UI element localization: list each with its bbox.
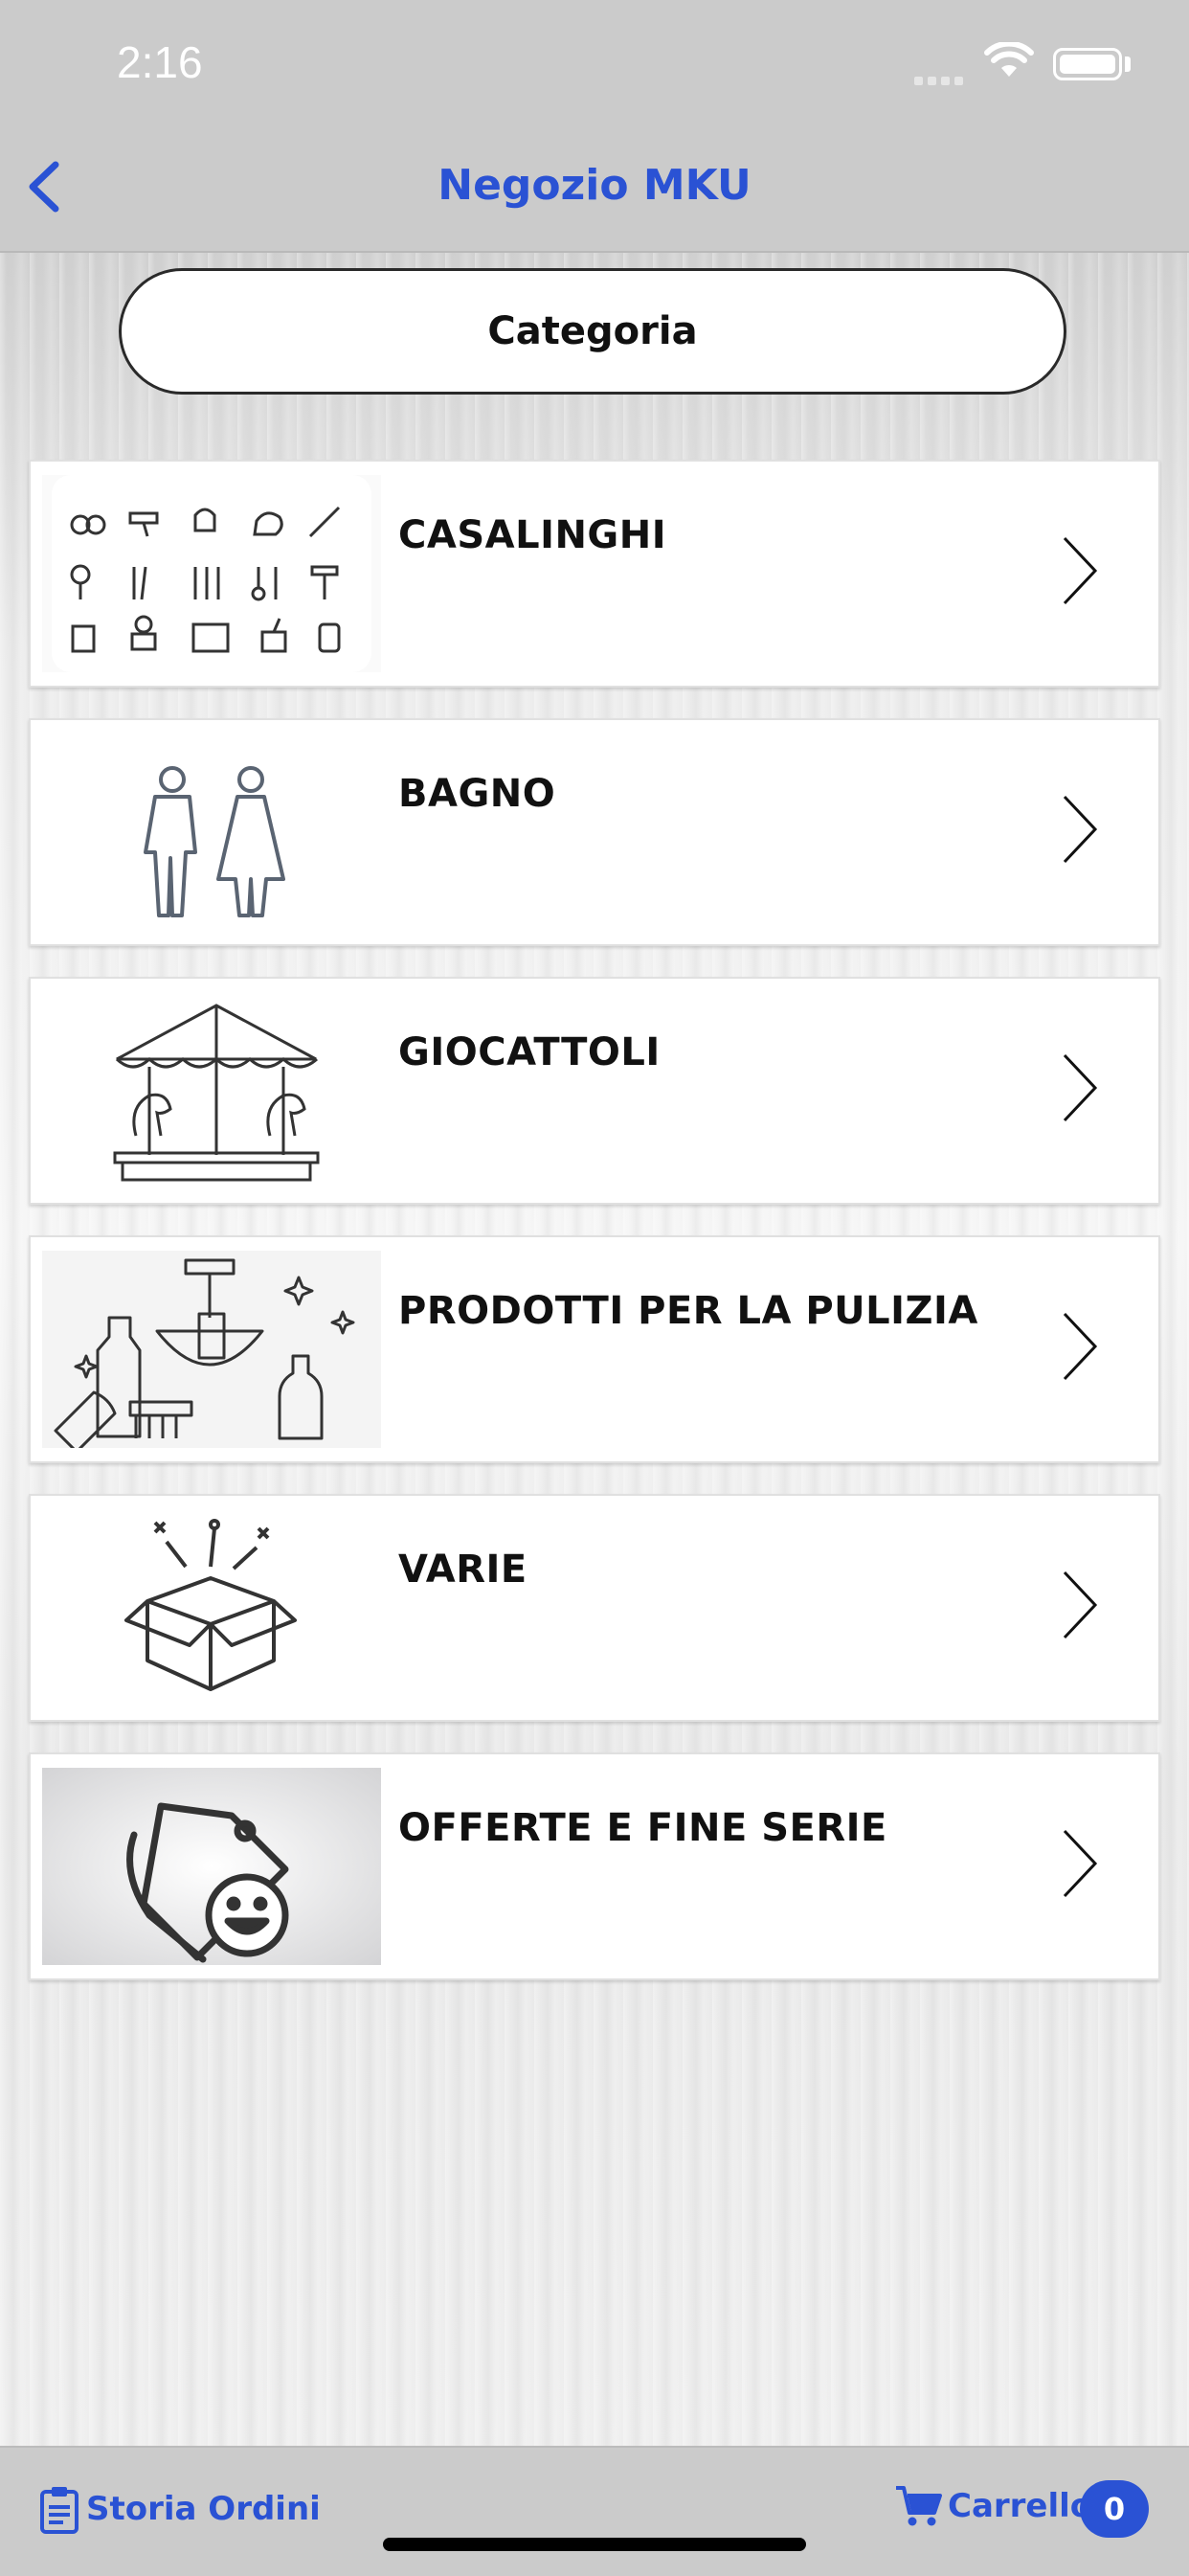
- carousel-icon: [42, 992, 381, 1189]
- category-list-container: Categoria CASALINGHI BAGNO GIOCATTOLI PR…: [0, 253, 1189, 2446]
- clipboard-icon: [40, 2487, 79, 2534]
- category-row-giocattoli[interactable]: GIOCATTOLI: [29, 977, 1160, 1205]
- category-button[interactable]: Categoria: [119, 268, 1066, 395]
- status-bar: 2:16: [0, 0, 1189, 124]
- category-label: VARIE: [398, 1548, 527, 1592]
- shopping-cart-icon: [896, 2486, 942, 2526]
- battery-icon: [1053, 48, 1122, 80]
- price-tag-smile-icon: [42, 1768, 381, 1965]
- chevron-right-icon: [1063, 1053, 1098, 1122]
- category-row-offerte[interactable]: OFFERTE E FINE SERIE: [29, 1752, 1160, 1980]
- chevron-right-icon: [1063, 795, 1098, 864]
- category-label: GIOCATTOLI: [398, 1030, 661, 1074]
- chevron-right-icon: [1063, 1312, 1098, 1381]
- category-label: BAGNO: [398, 772, 556, 816]
- category-row-bagno[interactable]: BAGNO: [29, 718, 1160, 946]
- category-row-casalinghi[interactable]: CASALINGHI: [29, 460, 1160, 688]
- category-label: PRODOTTI PER LA PULIZIA: [398, 1289, 978, 1333]
- bottom-tab-bar: Storia Ordini Carrello 0: [0, 2446, 1189, 2576]
- category-row-varie[interactable]: VARIE: [29, 1494, 1160, 1722]
- category-label: OFFERTE E FINE SERIE: [398, 1806, 887, 1850]
- chevron-right-icon: [1063, 536, 1098, 605]
- cart-label: Carrello: [948, 2487, 1093, 2525]
- cart-count-badge: 0: [1080, 2480, 1149, 2538]
- chevron-right-icon: [1063, 1829, 1098, 1898]
- page-title: Negozio MKU: [437, 161, 752, 210]
- wifi-icon: [984, 42, 1034, 77]
- kitchen-utensils-icon: [42, 475, 381, 672]
- order-history-label: Storia Ordini: [86, 2490, 321, 2528]
- restroom-icon: [42, 734, 381, 931]
- gift-box-icon: [42, 1509, 381, 1706]
- cleaning-products-icon: [42, 1251, 381, 1448]
- navigation-bar: Negozio MKU: [0, 124, 1189, 253]
- home-indicator[interactable]: [383, 2538, 806, 2551]
- chevron-right-icon: [1063, 1570, 1098, 1639]
- order-history-button[interactable]: Storia Ordini: [38, 2484, 321, 2534]
- status-time: 2:16: [117, 37, 203, 87]
- category-row-prodotti-pulizia[interactable]: PRODOTTI PER LA PULIZIA: [29, 1235, 1160, 1463]
- cart-button[interactable]: Carrello: [894, 2484, 1092, 2528]
- battery-tip: [1125, 56, 1131, 72]
- category-label: CASALINGHI: [398, 513, 667, 557]
- cellular-signal-icon: [914, 71, 968, 89]
